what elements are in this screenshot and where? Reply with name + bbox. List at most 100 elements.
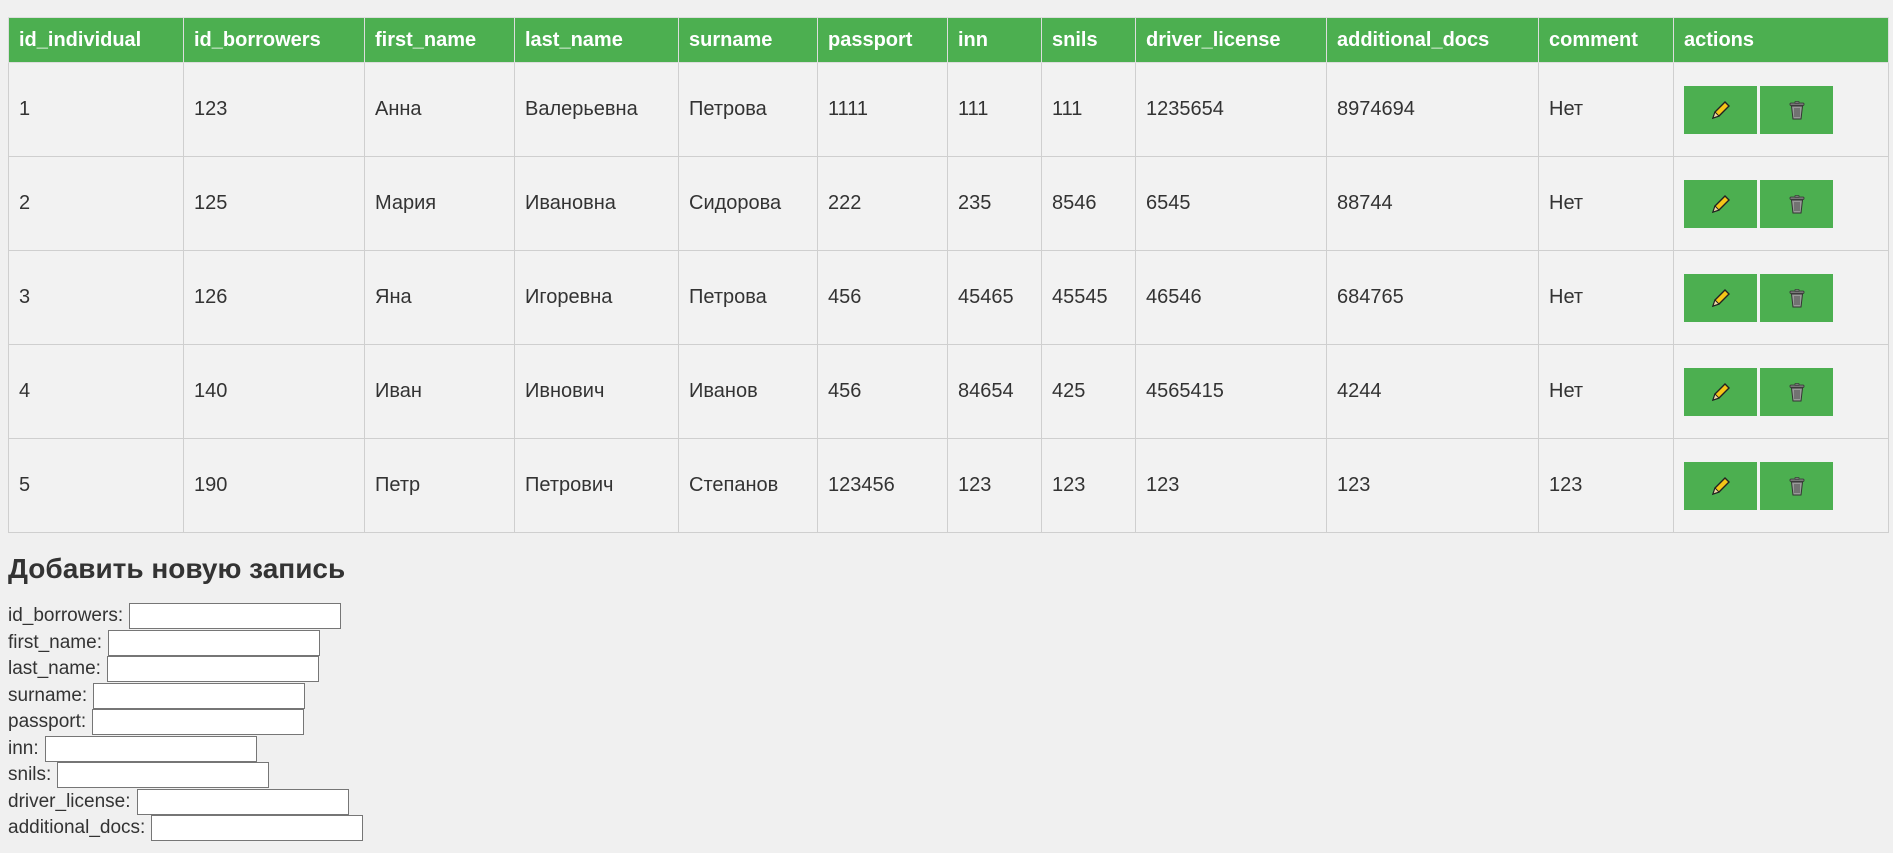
form-row-id-borrowers: id_borrowers: [8,603,1885,630]
delete-button[interactable] [1760,367,1833,416]
cell-passport: 1111 [817,62,948,157]
cell-last-name: Игоревна [514,250,679,345]
cell-surname: Петрова [678,62,818,157]
edit-button[interactable] [1684,367,1757,416]
add-record-form: id_borrowers: first_name: last_name: sur… [8,603,1885,842]
trash-icon [1789,476,1804,495]
header-last-name: last_name [514,17,679,63]
delete-button[interactable] [1760,85,1833,134]
cell-surname: Степанов [678,438,818,533]
cell-last-name: Ивановна [514,156,679,251]
cell-snils: 8546 [1041,156,1136,251]
table-row: 1 123 Анна Валерьевна Петрова 1111 111 1… [8,62,1889,157]
cell-snils: 45545 [1041,250,1136,345]
form-title: Добавить новую запись [8,553,346,584]
cell-id-individual: 2 [8,156,184,251]
cell-last-name: Ивнович [514,344,679,439]
cell-actions [1673,62,1889,157]
first-name-label: first_name: [8,631,102,653]
table-row: 5 190 Петр Петрович Степанов 123456 123 … [8,438,1889,533]
id-borrowers-field[interactable] [129,603,342,630]
cell-first-name: Яна [364,250,515,345]
cell-passport: 456 [817,344,948,439]
last-name-field[interactable] [106,656,319,683]
first-name-field[interactable] [107,629,320,656]
last-name-label: last_name: [8,658,101,680]
surname-field[interactable] [93,682,306,709]
pencil-icon [1711,100,1730,119]
cell-comment: 123 [1538,438,1674,533]
cell-id-borrowers: 190 [183,438,365,533]
cell-passport: 456 [817,250,948,345]
edit-button[interactable] [1684,85,1757,134]
header-surname: surname [678,17,818,63]
cell-inn: 111 [947,62,1042,157]
cell-passport: 222 [817,156,948,251]
cell-additional-docs: 4244 [1326,344,1539,439]
snils-label: snils: [8,764,52,786]
trash-icon [1789,288,1804,307]
driver-license-field[interactable] [136,788,349,815]
table-row: 2 125 Мария Ивановна Сидорова 222 235 85… [8,156,1889,251]
cell-inn: 123 [947,438,1042,533]
cell-id-individual: 1 [8,62,184,157]
cell-snils: 111 [1041,62,1136,157]
cell-inn: 235 [947,156,1042,251]
table-row: 3 126 Яна Игоревна Петрова 456 45465 455… [8,250,1889,345]
form-row-additional-docs: additional_docs: [8,815,1885,842]
pencil-icon [1711,288,1730,307]
cell-id-borrowers: 123 [183,62,365,157]
cell-last-name: Валерьевна [514,62,679,157]
cell-last-name: Петрович [514,438,679,533]
cell-additional-docs: 8974694 [1326,62,1539,157]
form-row-passport: passport: [8,709,1885,736]
form-row-snils: snils: [8,762,1885,789]
cell-surname: Сидорова [678,156,818,251]
inn-label: inn: [8,737,39,759]
cell-snils: 123 [1041,438,1136,533]
header-id-borrowers: id_borrowers [183,17,365,63]
form-row-driver-license: driver_license: [8,788,1885,816]
delete-button[interactable] [1760,461,1833,510]
inn-field[interactable] [44,735,257,762]
cell-id-borrowers: 140 [183,344,365,439]
header-id-individual: id_individual [8,17,184,63]
header-driver-license: driver_license [1135,17,1327,63]
trash-icon [1789,100,1804,119]
cell-id-individual: 3 [8,250,184,345]
cell-driver-license: 4565415 [1135,344,1327,439]
delete-button[interactable] [1760,273,1833,322]
additional-docs-field[interactable] [151,815,364,842]
cell-id-individual: 5 [8,438,184,533]
header-first-name: first_name [364,17,515,63]
delete-button[interactable] [1760,179,1833,228]
cell-comment: Нет [1538,62,1674,157]
cell-surname: Иванов [678,344,818,439]
cell-id-borrowers: 125 [183,156,365,251]
form-row-surname: surname: [8,682,1885,710]
cell-actions [1673,250,1889,345]
pencil-icon [1711,382,1730,401]
passport-field[interactable] [92,709,305,736]
pencil-icon [1711,476,1730,495]
cell-driver-license: 46546 [1135,250,1327,345]
form-row-inn: inn: [8,735,1885,763]
cell-driver-license: 6545 [1135,156,1327,251]
form-row-first-name: first_name: [8,629,1885,657]
cell-comment: Нет [1538,250,1674,345]
cell-inn: 84654 [947,344,1042,439]
cell-comment: Нет [1538,344,1674,439]
edit-button[interactable] [1684,461,1757,510]
cell-first-name: Петр [364,438,515,533]
edit-button[interactable] [1684,273,1757,322]
table-row: 4 140 Иван Ивнович Иванов 456 84654 425 … [8,344,1889,439]
snils-field[interactable] [57,762,270,789]
trash-icon [1789,194,1804,213]
cell-snils: 425 [1041,344,1136,439]
page: id_individual id_borrowers first_name la… [0,0,1893,842]
header-actions: actions [1673,17,1889,63]
edit-button[interactable] [1684,179,1757,228]
cell-driver-license: 1235654 [1135,62,1327,157]
id-borrowers-label: id_borrowers: [8,605,124,627]
cell-comment: Нет [1538,156,1674,251]
